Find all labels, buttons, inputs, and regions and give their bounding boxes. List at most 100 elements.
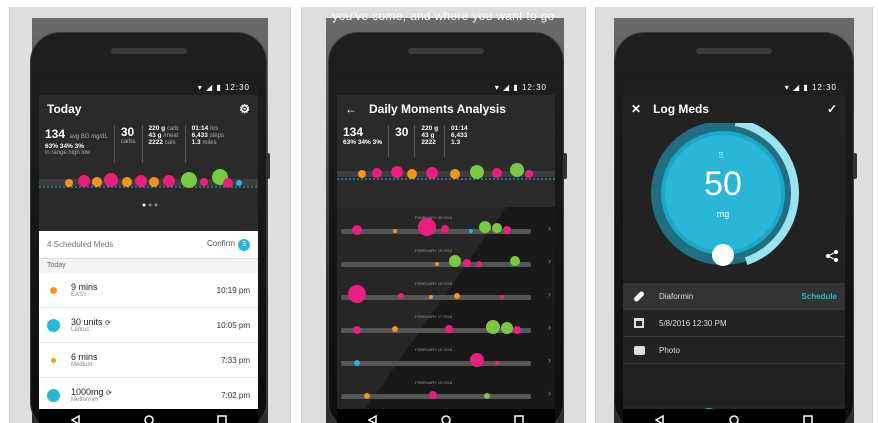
day-row[interactable]: FEBRUARY 16 2016 › <box>337 347 555 377</box>
day-row[interactable]: FEBRUARY 17 2016 › <box>337 314 555 344</box>
med-sub: Lantus <box>71 327 90 333</box>
settings-gear-icon[interactable]: ⚙ <box>239 102 250 116</box>
chart-bubble <box>223 178 233 188</box>
page-dot[interactable] <box>154 203 158 207</box>
high-percent: 34% <box>357 139 371 146</box>
recents-icon[interactable] <box>513 415 524 423</box>
schedule-link[interactable]: Schedule <box>801 292 837 301</box>
steps-value: 6,433 <box>451 132 468 139</box>
camera-icon <box>631 343 647 357</box>
bubble-chart-svg <box>39 169 258 207</box>
scheduled-meds-label: 4 Scheduled Meds <box>47 240 114 249</box>
checkmark-icon[interactable]: ✓ <box>827 102 837 116</box>
med-sync-icon: ⟳ <box>105 320 111 327</box>
photo-row[interactable]: Photo <box>623 337 845 364</box>
day-bubble <box>348 285 366 303</box>
back-arrow-icon[interactable]: ← <box>345 102 357 116</box>
phone-screen: ▾ ◢ ▮ 12:30 Today ⚙ 134 avg BG mg/dL 63%… <box>39 81 258 423</box>
screenshot-panel-log-meds: ▾ ◢ ▮ 12:30 ✕ Log Meds ✓ ⠿ 50 mg Diaform… <box>595 7 873 423</box>
dose-dial[interactable]: ⠿ 50 mg <box>623 117 845 283</box>
med-main: 9 mins <box>71 282 98 292</box>
day-bubble <box>500 295 504 299</box>
phone-speaker <box>408 48 484 54</box>
android-nav-bar <box>337 409 555 423</box>
day-row[interactable]: FEBRUARY 20 2016 › <box>337 215 555 245</box>
dial-handle[interactable] <box>712 244 734 266</box>
day-row[interactable]: FEBRUARY 18 2016 › <box>337 281 555 311</box>
chart-bubble <box>181 172 197 188</box>
confirm-count-badge: 3 <box>238 238 250 251</box>
chevron-right-icon: › <box>548 256 551 266</box>
dose-unit: mg <box>716 209 730 219</box>
in-range-label: in range <box>45 150 67 156</box>
home-icon[interactable] <box>729 415 739 423</box>
avg-glucose-value: 134 <box>45 127 66 141</box>
page-dot[interactable] <box>142 203 146 207</box>
day-bubble <box>418 218 436 236</box>
back-icon[interactable] <box>70 415 81 423</box>
signal-icon: ◢ <box>502 83 511 92</box>
phone-side-button <box>563 153 567 179</box>
android-nav-bar <box>39 409 258 423</box>
chevron-right-icon: › <box>548 289 551 299</box>
share-icon[interactable] <box>825 249 839 263</box>
back-icon[interactable] <box>655 415 665 423</box>
day-bubble <box>469 229 473 233</box>
calendar-icon <box>631 316 647 330</box>
chart-bubble <box>407 169 417 179</box>
phone-side-button <box>853 153 857 179</box>
phone-frame: ▾ ◢ ▮ 12:30 Today ⚙ 134 avg BG mg/dL 63%… <box>30 32 270 423</box>
day-bubble <box>503 226 511 234</box>
blue-dot-icon <box>47 318 60 332</box>
confirm-button[interactable]: Confirm 3 <box>206 238 250 251</box>
miles-value: 1.3 <box>451 139 461 146</box>
day-bubbles <box>354 353 499 367</box>
page-title: Today <box>47 102 82 116</box>
med-text: 1000mg ⟳ Metformin <box>71 387 221 403</box>
home-icon[interactable] <box>441 415 451 423</box>
day-bubble <box>364 393 370 399</box>
med-sub: Medium <box>71 362 93 368</box>
pill-icon: ⠿ <box>718 151 724 160</box>
avg-glucose-value: 134 <box>343 125 364 139</box>
low-percent: 3% <box>372 139 383 146</box>
app-bar: Today ⚙ <box>39 95 258 123</box>
med-time: 7:02 pm <box>221 390 250 400</box>
carb-count-stats: 30 carbs <box>121 125 143 163</box>
med-time: 10:19 pm <box>216 285 250 295</box>
recents-icon[interactable] <box>216 415 227 423</box>
page-title: Daily Moments Analysis <box>369 102 506 116</box>
day-bubble <box>470 353 484 367</box>
med-list-item[interactable]: 1000mg ⟳ Metformin 7:02 pm <box>39 378 258 413</box>
med-list-item[interactable]: 6 mins Medium 7:33 pm <box>39 343 258 378</box>
day-bubble <box>393 229 397 233</box>
chart-bubble <box>358 170 366 178</box>
day-row[interactable]: FEBRUARY 19 2016 › <box>337 248 555 278</box>
datetime-row[interactable]: 5/8/2016 12:30 PM <box>623 310 845 337</box>
meds-list: 4 Scheduled Meds Confirm 3 Today 9 mins EA… <box>39 231 258 413</box>
day-bubble <box>479 221 491 233</box>
cals-value: 2222 <box>148 139 163 146</box>
chevron-right-icon: › <box>548 388 551 398</box>
chart-bubble <box>200 178 208 186</box>
low-percent: 3% <box>74 143 85 150</box>
wifi-icon: ▾ <box>494 83 500 92</box>
confirm-label: Confirm <box>206 238 235 248</box>
page-dot[interactable] <box>148 203 152 207</box>
day-bubble <box>484 393 490 399</box>
med-list-item[interactable]: 30 units ⟳ Lantus 10:05 pm <box>39 308 258 343</box>
medication-row[interactable]: Diaformin Schedule <box>623 283 845 310</box>
recents-icon[interactable] <box>803 415 813 423</box>
day-row[interactable]: FEBRUARY 15 2016 › <box>337 380 555 410</box>
day-bubble <box>429 391 437 399</box>
daily-bubble-chart[interactable] <box>337 157 555 197</box>
carbs-count-value: 30 <box>120 125 135 139</box>
daily-bubble-chart[interactable] <box>39 163 258 213</box>
chart-bubble <box>510 163 524 177</box>
day-bubble <box>392 326 398 332</box>
home-icon[interactable] <box>143 415 154 423</box>
back-icon[interactable] <box>368 415 378 423</box>
med-list-item[interactable]: 9 mins EASY 10:19 pm <box>39 273 258 308</box>
wifi-icon: ▾ <box>197 83 203 92</box>
close-icon[interactable]: ✕ <box>631 102 641 116</box>
